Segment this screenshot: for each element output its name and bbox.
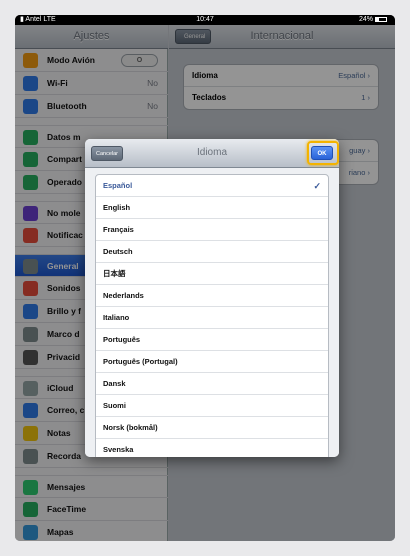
language-label: Svenska bbox=[103, 445, 134, 454]
language-option[interactable]: Suomi bbox=[96, 395, 328, 417]
language-option[interactable]: Svenska bbox=[96, 439, 328, 457]
language-label: Norsk (bokmål) bbox=[103, 423, 158, 432]
language-list: Español ✓ English Français Deutsch 日本語 Nederla… bbox=[95, 174, 329, 457]
language-option[interactable]: Dansk bbox=[96, 373, 328, 395]
modal-title: Idioma bbox=[196, 147, 227, 158]
ok-button-highlight bbox=[307, 141, 339, 165]
language-label: Nederlands bbox=[103, 291, 144, 300]
language-list-container[interactable]: Español ✓ English Français Deutsch 日本語 Nederla… bbox=[85, 168, 339, 457]
language-label: Português bbox=[103, 335, 141, 344]
language-option[interactable]: 日本語 bbox=[96, 263, 328, 285]
modal-header: Cancelar Idioma OK bbox=[85, 139, 339, 168]
language-label: Español bbox=[103, 181, 133, 190]
language-label: Português (Portugal) bbox=[103, 357, 178, 366]
language-option[interactable]: Italiano bbox=[96, 307, 328, 329]
language-label: Dansk bbox=[103, 379, 126, 388]
language-option[interactable]: Português (Portugal) bbox=[96, 351, 328, 373]
language-option[interactable]: Português bbox=[96, 329, 328, 351]
clock: 10:47 bbox=[196, 16, 214, 23]
language-label: Italiano bbox=[103, 313, 130, 322]
language-label: Suomi bbox=[103, 401, 126, 410]
status-bar: ▮ Antel LTE 10:47 24% bbox=[15, 15, 395, 25]
language-option[interactable]: Nederlands bbox=[96, 285, 328, 307]
language-label: Deutsch bbox=[103, 247, 133, 256]
language-option[interactable]: Español ✓ bbox=[96, 175, 328, 197]
checkmark-icon: ✓ bbox=[313, 181, 321, 191]
language-option[interactable]: Français bbox=[96, 219, 328, 241]
language-option[interactable]: Deutsch bbox=[96, 241, 328, 263]
language-label: 日本語 bbox=[103, 269, 126, 278]
language-option[interactable]: Norsk (bokmål) bbox=[96, 417, 328, 439]
language-label: English bbox=[103, 203, 131, 212]
battery-indicator: 24% bbox=[359, 15, 387, 25]
ipad-screen: ▮ Antel LTE 10:47 24% Ajustes Modo Avión… bbox=[15, 15, 395, 541]
language-label: Français bbox=[103, 225, 134, 234]
battery-icon bbox=[375, 16, 387, 22]
language-picker-modal: Cancelar Idioma OK Español ✓ English França… bbox=[85, 139, 339, 457]
language-option[interactable]: English bbox=[96, 197, 328, 219]
